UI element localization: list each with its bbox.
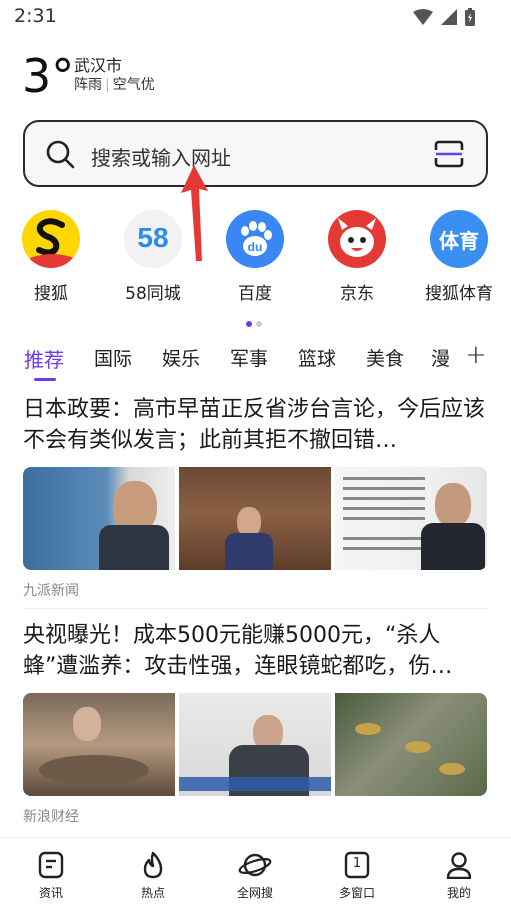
nav-label: 多窗口 <box>338 886 375 900</box>
shortcut-jd[interactable]: 京东 <box>307 208 407 304</box>
flame-icon <box>143 851 163 879</box>
news-article[interactable]: 央视曝光！成本500元能赚5000元，“杀人蜂”遭滥养：攻击性强，连眼镜蛇都吃，… <box>23 620 488 825</box>
search-input[interactable]: 搜索或输入网址 <box>91 142 231 171</box>
bottom-navigation: 资讯 热点 全网搜 1 多窗口 我的 <box>0 837 511 908</box>
article-images[interactable] <box>23 693 487 796</box>
city-name: 武汉市 <box>74 56 123 75</box>
article-images[interactable] <box>23 467 487 570</box>
signal-icon <box>441 9 457 25</box>
article-title[interactable]: 日本政要：高市早苗正反省涉台言论，今后应该不会有类似发言；此前其拒不撤回错… <box>23 394 488 456</box>
article-source: 新浪财经 <box>23 809 79 825</box>
pager-dot-active <box>246 321 252 327</box>
nav-label: 资讯 <box>38 886 63 900</box>
window-count: 1 <box>352 856 362 871</box>
shortcut-sohu-sports[interactable]: 体育 搜狐体育 <box>409 208 509 304</box>
jd-icon <box>328 210 386 268</box>
add-tab-icon[interactable]: + <box>465 340 487 370</box>
news-article[interactable]: 日本政要：高市早苗正反省涉台言论，今后应该不会有类似发言；此前其拒不撤回错… 九… <box>23 394 488 599</box>
tab-basketball[interactable]: 篮球 <box>298 344 336 371</box>
air-quality: 空气优 <box>112 77 155 93</box>
shortcut-sohu[interactable]: 搜狐 <box>1 208 101 304</box>
nav-label: 我的 <box>446 886 471 900</box>
nav-hot[interactable]: 热点 <box>113 850 193 901</box>
shortcut-label: 百度 <box>238 284 272 304</box>
shortcut-baidu[interactable]: du 百度 <box>205 208 305 304</box>
article-title[interactable]: 央视曝光！成本500元能赚5000元，“杀人蜂”遭滥养：攻击性强，连眼镜蛇都吃，… <box>23 620 488 682</box>
shortcut-58[interactable]: 58 58同城 <box>103 208 203 304</box>
search-bar[interactable]: 搜索或输入网址 <box>23 120 488 187</box>
battery-icon <box>465 8 475 26</box>
status-bar: 2:31 <box>0 0 511 36</box>
user-icon <box>446 852 472 879</box>
article-image[interactable] <box>335 693 487 796</box>
category-tabs: 推荐 国际 娱乐 军事 篮球 美食 漫 + <box>0 340 511 384</box>
scan-icon[interactable] <box>434 140 464 168</box>
58-logo-text: 58 <box>137 222 169 253</box>
shortcut-label: 58同城 <box>125 284 181 304</box>
tab-recommend[interactable]: 推荐 <box>24 344 64 373</box>
shortcut-grid: 搜狐 58 58同城 du 百度 京东 体育 搜狐体育 <box>0 208 511 308</box>
search-icon <box>46 140 75 169</box>
tab-international[interactable]: 国际 <box>94 344 132 371</box>
status-time: 2:31 <box>14 5 57 27</box>
tab-comics[interactable]: 漫 <box>431 344 451 371</box>
nav-label: 热点 <box>140 886 165 900</box>
nav-news[interactable]: 资讯 <box>11 850 91 901</box>
news-icon <box>38 851 64 879</box>
nav-windows[interactable]: 1 多窗口 <box>317 850 397 901</box>
tab-entertainment[interactable]: 娱乐 <box>162 344 200 371</box>
shortcut-label: 搜狐 <box>34 284 68 304</box>
tab-military[interactable]: 军事 <box>230 344 268 371</box>
article-source: 九派新闻 <box>23 583 79 599</box>
divider <box>23 608 488 609</box>
nav-search-all[interactable]: 全网搜 <box>215 850 295 901</box>
tab-food[interactable]: 美食 <box>366 344 404 371</box>
pager-dot <box>256 321 262 327</box>
nav-label: 全网搜 <box>236 886 273 900</box>
article-image[interactable] <box>23 467 175 570</box>
tab-active-indicator <box>34 378 56 381</box>
condition-text: 阵雨 <box>74 77 102 93</box>
wifi-icon <box>413 9 433 25</box>
shortcut-label: 搜狐体育 <box>425 284 493 304</box>
planet-icon <box>238 853 272 877</box>
article-image[interactable] <box>23 693 175 796</box>
sohu-sports-icon: 体育 <box>430 210 488 268</box>
pager-dots <box>246 321 262 327</box>
sohu-sports-icon-text: 体育 <box>439 229 479 253</box>
nav-me[interactable]: 我的 <box>419 850 499 901</box>
weather-condition: 阵雨 | 空气优 <box>74 77 155 93</box>
baidu-icon: du <box>226 210 284 268</box>
shortcut-label: 京东 <box>340 284 374 304</box>
article-image[interactable] <box>179 467 331 570</box>
sohu-icon <box>22 210 80 268</box>
temperature: 3° <box>22 49 75 103</box>
article-image[interactable] <box>179 693 331 796</box>
baidu-logo-text: du <box>248 240 263 254</box>
58-icon: 58 <box>124 210 182 268</box>
article-image[interactable] <box>335 467 487 570</box>
status-icons <box>413 8 475 26</box>
